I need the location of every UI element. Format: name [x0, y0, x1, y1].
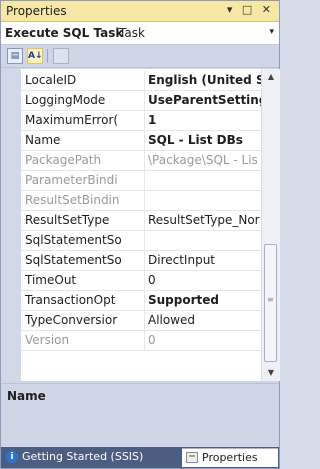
chevron-down-icon[interactable]: ▾ [269, 27, 274, 37]
info-icon: i [6, 451, 18, 463]
column-divider [144, 111, 145, 130]
tab-properties[interactable]: Properties [182, 448, 278, 467]
property-row[interactable]: Version 0 [21, 331, 261, 351]
property-name: PackagePath [25, 153, 102, 167]
property-value[interactable]: English (United St [148, 73, 261, 87]
property-row[interactable]: LoggingMode UseParentSetting [21, 91, 261, 111]
column-divider [144, 211, 145, 230]
selected-object-type: Task [119, 26, 145, 40]
column-divider [144, 291, 145, 310]
property-value[interactable]: UseParentSetting [148, 93, 261, 107]
property-name: TypeConversior [25, 313, 118, 327]
property-value[interactable]: 1 [148, 113, 261, 127]
categorized-icon[interactable]: ▤ [7, 48, 23, 64]
property-name: MaximumError( [25, 113, 119, 127]
tool-window-tabs: i Getting Started (SSIS) Properties [1, 447, 279, 468]
scroll-down-icon[interactable]: ▼ [262, 365, 280, 381]
property-value[interactable]: Supported [148, 293, 261, 307]
properties-toolbar: ▤ A↓ [1, 45, 279, 68]
property-value[interactable]: SQL - List DBs [148, 133, 261, 147]
column-divider [144, 131, 145, 150]
column-divider [144, 71, 145, 90]
property-row[interactable]: ResultSetType ResultSetType_Nor [21, 211, 261, 231]
property-value[interactable]: DirectInput [148, 253, 261, 267]
property-name: Name [25, 133, 61, 147]
property-name: ResultSetBindin [25, 193, 120, 207]
column-divider [144, 331, 145, 350]
property-row[interactable]: ResultSetBindin [21, 191, 261, 211]
property-grid: LocaleID English (United St LoggingMode Use… [1, 69, 261, 381]
properties-icon [186, 452, 198, 463]
property-value[interactable]: 0 [148, 273, 261, 287]
property-row[interactable]: TransactionOpt Supported [21, 291, 261, 311]
column-divider [144, 151, 145, 170]
property-row[interactable]: LocaleID English (United St [21, 71, 261, 91]
property-row[interactable]: ParameterBindi [21, 171, 261, 191]
property-name: ParameterBindi [25, 173, 118, 187]
selected-object-name: Execute SQL Task [5, 26, 124, 40]
grip-icon: ≡ [267, 295, 274, 304]
column-divider [144, 231, 145, 250]
property-value[interactable]: 0 [148, 333, 261, 347]
scroll-thumb[interactable]: ≡ [264, 244, 277, 362]
property-row[interactable]: SqlStatementSo [21, 231, 261, 251]
column-divider [144, 251, 145, 270]
column-divider [144, 191, 145, 210]
grid-gutter [1, 69, 21, 381]
property-name: ResultSetType [25, 213, 110, 227]
column-divider [144, 171, 145, 190]
property-row[interactable]: TypeConversior Allowed [21, 311, 261, 331]
property-value[interactable]: \Package\SQL - Lis [148, 153, 261, 167]
property-row[interactable]: Name SQL - List DBs [21, 131, 261, 151]
property-name: SqlStatementSo [25, 233, 122, 247]
property-row[interactable]: MaximumError( 1 [21, 111, 261, 131]
scroll-up-icon[interactable]: ▲ [262, 69, 280, 85]
window-title: Properties [6, 4, 67, 18]
property-name: LocaleID [25, 73, 77, 87]
property-name: SqlStatementSo [25, 253, 122, 267]
tab-label: Properties [202, 451, 258, 464]
tab-label: Getting Started (SSIS) [22, 450, 144, 463]
property-name: LoggingMode [25, 93, 106, 107]
property-grid-scrollbar[interactable]: ▲ ≡ ▼ [261, 69, 280, 381]
description-panel: Name [1, 383, 279, 447]
property-value[interactable]: ResultSetType_Nor [148, 213, 261, 227]
alphabetical-sort-icon[interactable]: A↓ [27, 48, 43, 64]
property-pages-icon[interactable] [53, 48, 69, 64]
object-selector[interactable]: Execute SQL Task Task ▾ [1, 22, 279, 45]
properties-title-bar[interactable]: Properties ▾ □ ✕ [1, 1, 279, 22]
tab-getting-started[interactable]: i Getting Started (SSIS) [3, 448, 179, 467]
property-row[interactable]: TimeOut 0 [21, 271, 261, 291]
column-divider [144, 311, 145, 330]
property-value[interactable]: Allowed [148, 313, 261, 327]
property-name: TransactionOpt [25, 293, 116, 307]
property-row[interactable]: SqlStatementSo DirectInput [21, 251, 261, 271]
window-controls[interactable]: ▾ □ ✕ [227, 3, 274, 16]
toolbar-separator [47, 49, 48, 63]
column-divider [144, 91, 145, 110]
property-name: TimeOut [25, 273, 77, 287]
property-row[interactable]: PackagePath \Package\SQL - Lis [21, 151, 261, 171]
description-title: Name [7, 389, 46, 403]
properties-window: Properties ▾ □ ✕ Execute SQL Task Task ▾… [0, 0, 280, 469]
property-name: Version [25, 333, 70, 347]
column-divider [144, 271, 145, 290]
